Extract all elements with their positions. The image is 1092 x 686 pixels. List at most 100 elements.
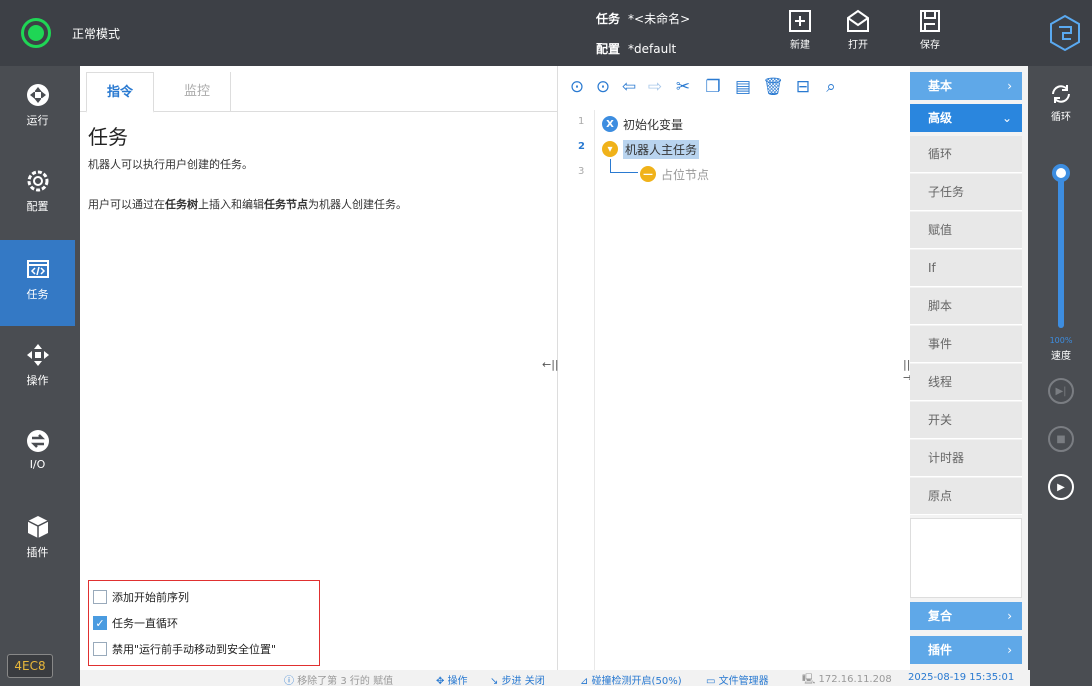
config-name: *default <box>628 42 677 56</box>
option-disable-safe-move[interactable]: 禁用"运行前手动移动到安全位置" <box>93 639 276 659</box>
expand-chevron-icon[interactable]: ▾ <box>602 141 618 157</box>
nav-plugin[interactable]: 插件 <box>0 498 75 584</box>
node-event[interactable]: 事件 <box>910 326 1022 363</box>
info-icon: ⓘ <box>284 676 298 686</box>
step-play-icon[interactable]: ▶| <box>1048 378 1074 404</box>
status-step[interactable]: ↘ 步进 关闭 <box>490 672 545 686</box>
category-basic[interactable]: 基本 › <box>910 72 1022 100</box>
nav-operate[interactable]: 操作 <box>0 326 75 412</box>
help-text-c: 上插入和编辑 <box>198 198 264 211</box>
tab-monitor[interactable]: 监控 <box>164 72 232 112</box>
disable-safe-move-label: 禁用"运行前手动移动到安全位置" <box>112 643 277 656</box>
option-add-pre-sequence[interactable]: 添加开始前序列 <box>93 587 189 607</box>
status-operate-label: 操作 <box>447 676 468 686</box>
category-plugin[interactable]: 插件 › <box>910 636 1022 664</box>
run-icon <box>26 84 49 106</box>
node-switch[interactable]: 开关 <box>910 402 1022 439</box>
help-title: 任务 <box>88 125 128 149</box>
loop-icon <box>1052 85 1070 103</box>
version-badge: 4EC8 <box>7 654 53 678</box>
status-step-label: 步进 关闭 <box>501 676 545 686</box>
move-icon <box>26 344 49 366</box>
open-button[interactable]: 打开 <box>838 8 878 60</box>
option-loop-forever[interactable]: ✓ 任务一直循环 <box>93 613 178 633</box>
stop-icon[interactable]: ■ <box>1048 426 1074 452</box>
new-file-icon <box>789 10 811 32</box>
status-collision[interactable]: ⊿ 碰撞检测开启(50%) <box>580 672 682 686</box>
move-up-icon[interactable]: ⊙ <box>564 74 590 100</box>
tree-toolbar: ⊙ ⊙ ⇦ ⇨ ✂ ❐ ▤ 🗑︎ ⊟ ⌕ <box>558 74 910 102</box>
nav-task[interactable]: 任务 <box>0 240 75 326</box>
nav-io[interactable]: I/O <box>0 412 75 498</box>
mode-status-icon <box>21 18 51 48</box>
node-script[interactable]: 脚本 <box>910 288 1022 325</box>
task-info: 任务 *<未命名> <box>596 10 690 27</box>
cut-icon[interactable]: ✂ <box>670 74 696 100</box>
line-number: 1 <box>578 116 585 127</box>
undo-icon[interactable]: ⇦ <box>616 74 642 100</box>
move-down-icon[interactable]: ⊙ <box>590 74 616 100</box>
nav-task-label: 任务 <box>26 288 49 301</box>
nav-run-label: 运行 <box>26 114 49 127</box>
nav-run[interactable]: 运行 <box>0 66 75 152</box>
task-options-box: 添加开始前序列 ✓ 任务一直循环 禁用"运行前手动移动到安全位置" <box>88 580 320 666</box>
io-icon <box>26 430 49 452</box>
placeholder-icon: — <box>640 166 656 182</box>
category-plugin-label: 插件 <box>928 643 953 657</box>
tree-node-main-task[interactable]: ▾ 机器人主任务 <box>602 139 700 159</box>
pre-sequence-checkbox[interactable] <box>93 590 107 604</box>
node-assign[interactable]: 赋值 <box>910 212 1022 249</box>
suppress-icon[interactable]: ⊟ <box>790 74 816 100</box>
line-number: 3 <box>578 166 585 177</box>
tree-node-label: 初始化变量 <box>623 117 684 132</box>
chevron-right-icon: › <box>1007 609 1012 623</box>
open-envelope-icon <box>847 9 869 32</box>
tree-node-placeholder[interactable]: — 占位节点 <box>640 164 709 184</box>
left-nav: 运行 配置 任务 操作 I/O 插件 4EC8 <box>0 66 75 686</box>
task-icon <box>26 260 49 278</box>
category-empty-area <box>910 518 1022 598</box>
save-label: 保存 <box>920 40 940 51</box>
chevron-right-icon: › <box>1007 643 1012 657</box>
status-bar: ⓘ 移除了第 3 行的 赋值 ✥ 操作 ↘ 步进 关闭 ⊿ 碰撞检测开启(50%… <box>80 670 1030 686</box>
tab-instructions[interactable]: 指令 <box>86 72 155 113</box>
config-info: 配置 *default <box>596 40 676 57</box>
category-advanced[interactable]: 高级 ⌄ <box>910 104 1022 132</box>
node-home[interactable]: 原点 <box>910 478 1022 515</box>
tree-node-label: 机器人主任务 <box>623 139 700 159</box>
help-paragraph-2: 用户可以通过在任务树上插入和编辑任务节点为机器人创建任务。 <box>88 196 407 212</box>
status-file-manager[interactable]: ▭ 文件管理器 <box>706 672 769 686</box>
play-icon[interactable]: ▶ <box>1048 474 1074 500</box>
search-icon[interactable]: ⌕ <box>818 74 844 100</box>
disable-safe-move-checkbox[interactable] <box>93 642 107 656</box>
loop-toggle[interactable]: 循环 <box>1030 82 1092 123</box>
speed-percent: 100% <box>1049 336 1073 345</box>
redo-icon[interactable]: ⇨ <box>642 74 668 100</box>
help-text-e: 为机器人创建任务。 <box>308 198 407 211</box>
save-button[interactable]: 保存 <box>910 8 950 60</box>
init-vars-icon: X <box>602 116 618 132</box>
nav-config[interactable]: 配置 <box>0 152 75 238</box>
chevron-right-icon: › <box>1007 79 1012 93</box>
task-name: *<未命名> <box>628 12 691 26</box>
node-timer[interactable]: 计时器 <box>910 440 1022 477</box>
collapse-left-handle[interactable]: ←|| <box>542 358 559 371</box>
node-if[interactable]: If <box>910 250 1022 287</box>
brand-logo-icon <box>1050 14 1080 52</box>
paste-icon[interactable]: ▤ <box>730 74 756 100</box>
loop-forever-checkbox[interactable]: ✓ <box>93 616 107 630</box>
category-composite[interactable]: 复合 › <box>910 602 1022 630</box>
open-label: 打开 <box>848 40 868 51</box>
speed-slider-fill <box>1058 170 1064 328</box>
tree-node-init-vars[interactable]: X 初始化变量 <box>602 114 683 134</box>
copy-icon[interactable]: ❐ <box>700 74 726 100</box>
new-button[interactable]: 新建 <box>780 8 820 60</box>
speed-slider-handle[interactable] <box>1052 164 1070 182</box>
config-label: 配置 <box>596 42 621 56</box>
node-subtask[interactable]: 子任务 <box>910 174 1022 211</box>
status-operate[interactable]: ✥ 操作 <box>436 672 468 686</box>
node-loop[interactable]: 循环 <box>910 136 1022 173</box>
node-thread[interactable]: 线程 <box>910 364 1022 401</box>
delete-icon[interactable]: 🗑︎ <box>760 74 786 100</box>
tree-node-label: 占位节点 <box>661 167 710 182</box>
